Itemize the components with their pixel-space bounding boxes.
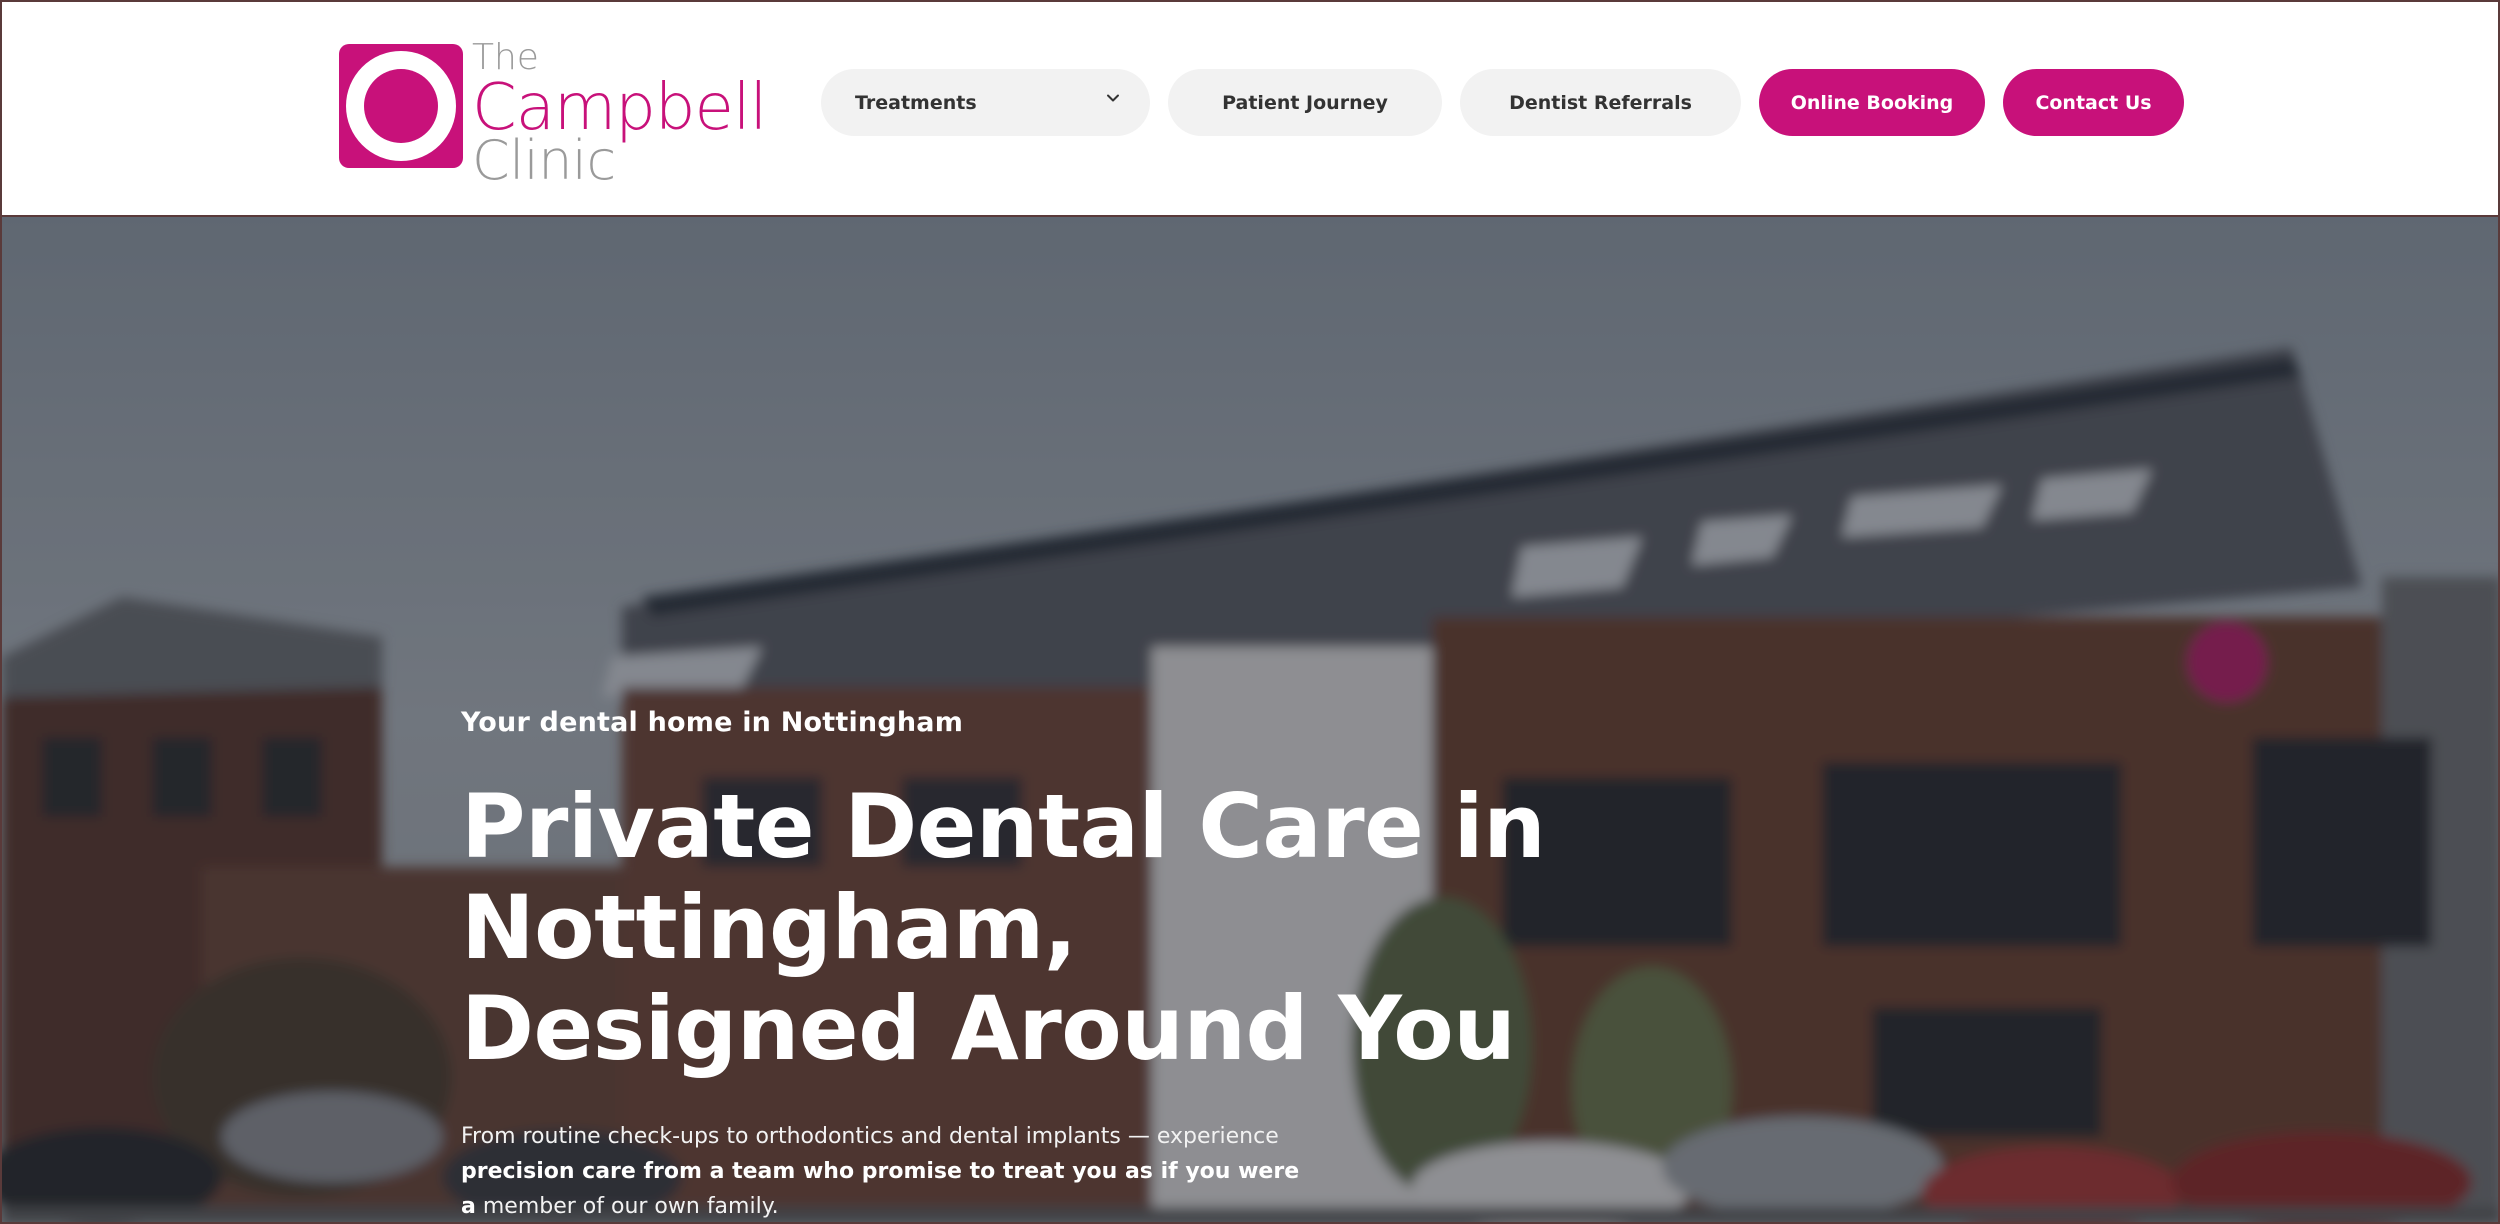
hero-content: Your dental home in Nottingham Private D… <box>461 707 1561 1222</box>
contact-us-button[interactable]: Contact Us <box>2003 69 2184 136</box>
online-booking-button[interactable]: Online Booking <box>1759 69 1985 136</box>
logo-campbell: Campbell <box>472 71 767 145</box>
logo-mark-icon <box>339 44 463 168</box>
hero-lede-plain: From routine check-ups to orthodontics a… <box>461 1124 1279 1149</box>
chevron-down-icon <box>1107 94 1119 102</box>
dentist-referrals-link[interactable]: Dentist Referrals <box>1460 69 1741 136</box>
campbell-clinic-logo[interactable]: The Campbell Clinic <box>339 40 769 188</box>
patient-journey-link[interactable]: Patient Journey <box>1168 69 1442 136</box>
treatments-dropdown[interactable]: Treatments <box>821 69 1150 136</box>
hero-headline: Private Dental Care in Nottingham, Desig… <box>461 775 1546 1080</box>
hero-lede: From routine check-ups to orthodontics a… <box>461 1119 1311 1222</box>
site-header: The Campbell Clinic Treatments Patient J… <box>0 0 2500 217</box>
hero-eyebrow: Your dental home in Nottingham <box>461 707 964 738</box>
hero-section: Your dental home in Nottingham Private D… <box>0 217 2500 1224</box>
logo-wordmark: The Campbell Clinic <box>472 40 767 188</box>
hero-lede-end: member of our own family. <box>475 1194 779 1219</box>
treatments-label: Treatments <box>855 91 977 114</box>
